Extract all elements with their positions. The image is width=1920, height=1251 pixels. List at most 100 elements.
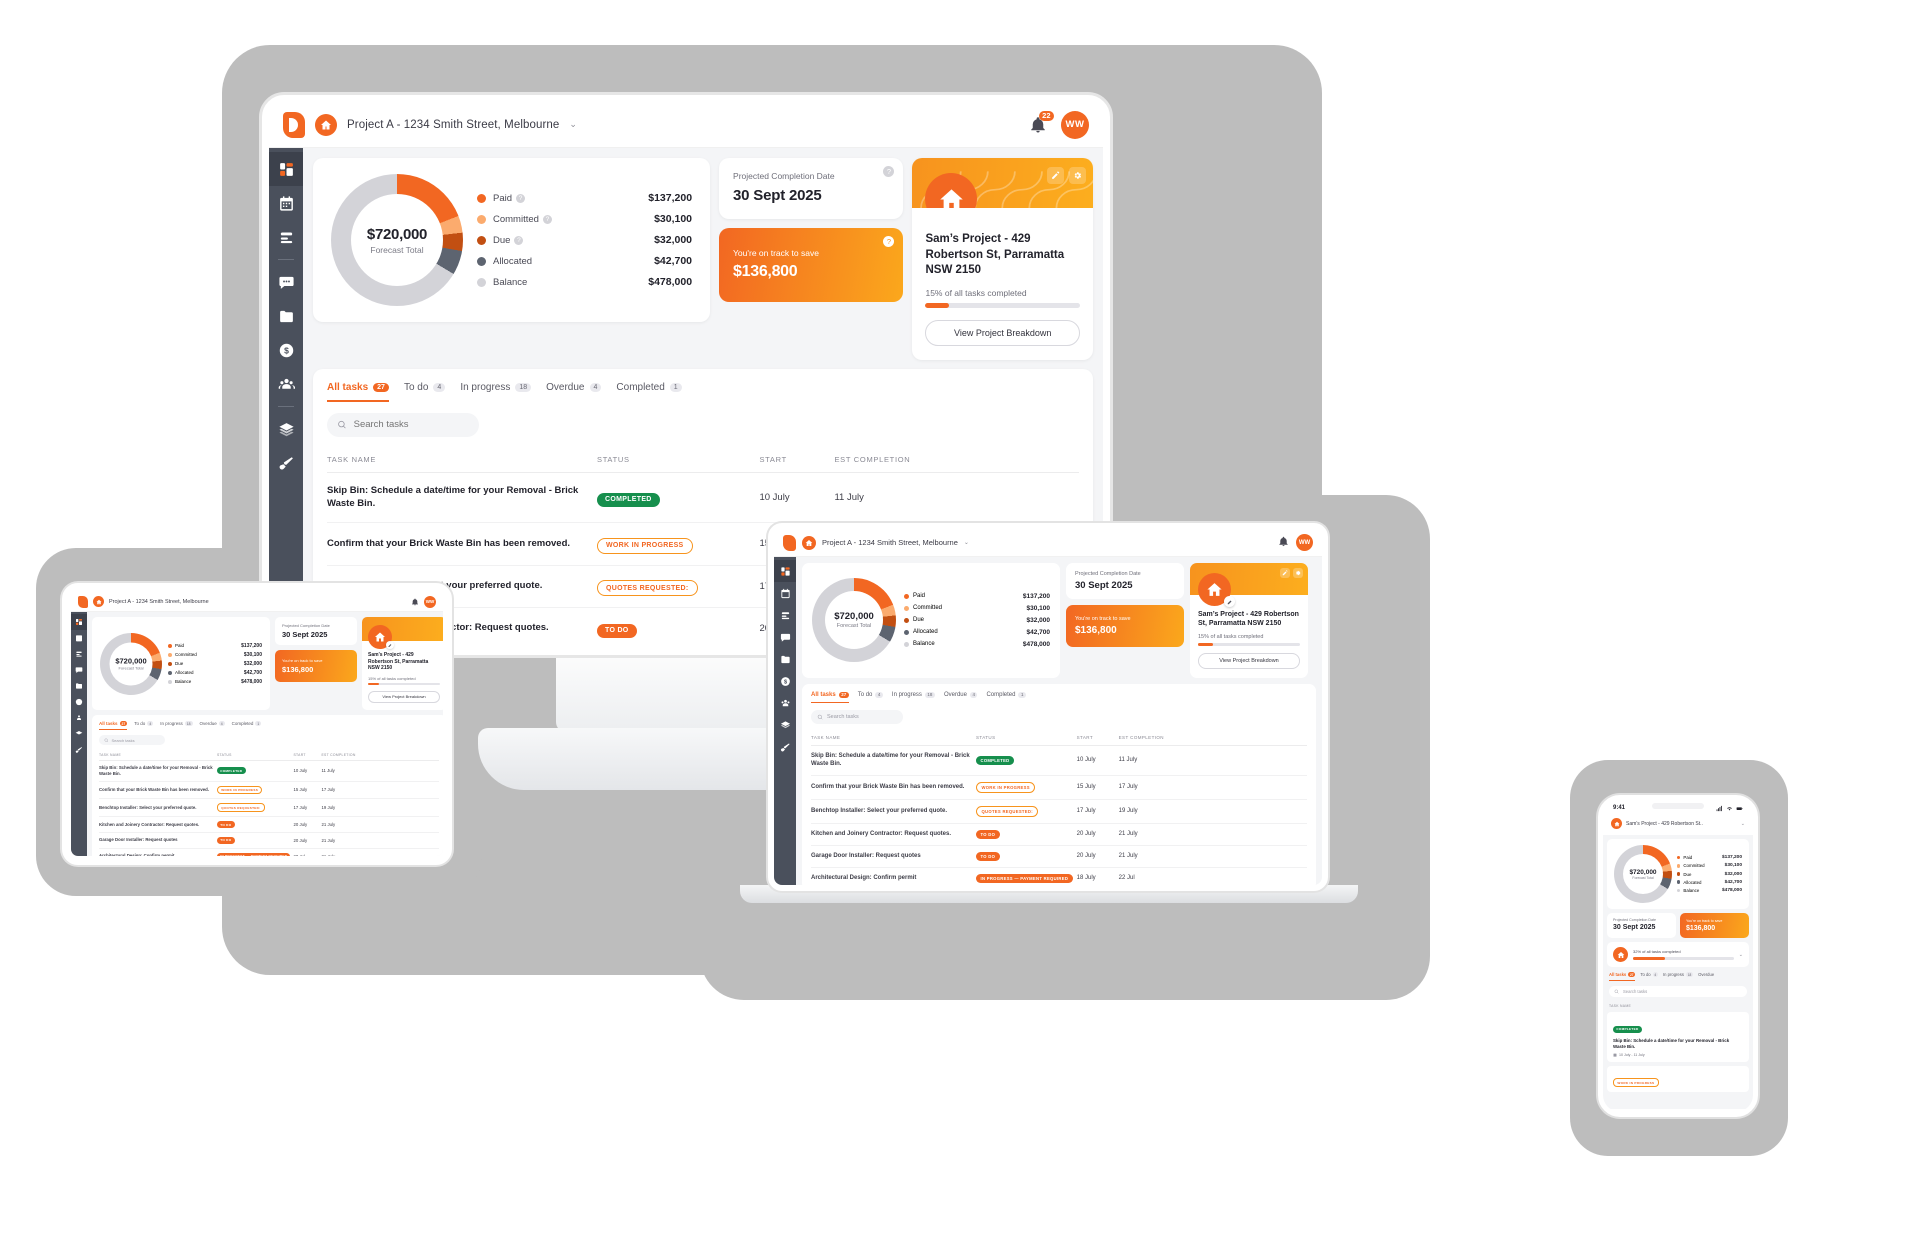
project-selector-label[interactable]: Project A - 1234 Smith Street, Melbourne: [347, 119, 559, 131]
sidebar-item-budget[interactable]: $: [774, 670, 796, 692]
sidebar-item-messages[interactable]: [71, 662, 87, 678]
help-icon-due[interactable]: ?: [514, 235, 524, 245]
tab-to-do[interactable]: To do 4: [404, 382, 446, 402]
notifications-bell-icon[interactable]: 22: [1029, 110, 1054, 134]
sidebar-item-dashboard[interactable]: [71, 614, 87, 630]
tab-overdue[interactable]: Overdue 4: [944, 691, 978, 703]
sidebar-item-dashboard[interactable]: [269, 152, 303, 186]
table-row[interactable]: Skip Bin: Schedule a date/time for your …: [327, 472, 1079, 524]
chevron-down-icon[interactable]: ⌄: [964, 539, 969, 546]
project-avatar-edit-icon[interactable]: [386, 641, 394, 649]
home-icon[interactable]: [1611, 818, 1622, 829]
sidebar-item-documents[interactable]: [774, 648, 796, 670]
tab-to-do[interactable]: To do 4: [134, 721, 154, 730]
home-icon[interactable]: [93, 596, 104, 607]
table-row[interactable]: Benchtop Installer: Select your preferre…: [99, 798, 439, 818]
project-avatar-edit-icon[interactable]: [1224, 596, 1235, 607]
list-item[interactable]: WORK IN PROGRESS: [1607, 1065, 1749, 1092]
task-search-box[interactable]: Search tasks: [1609, 986, 1747, 997]
project-selector-label[interactable]: Project A - 1234 Smith Street, Melbourne: [822, 538, 958, 547]
tab-overdue[interactable]: Overdue 4: [546, 382, 602, 402]
phone-progress-card[interactable]: 32% of all tasks completed ⌄: [1607, 942, 1749, 967]
search-input[interactable]: Search tasks: [1623, 989, 1647, 994]
table-row[interactable]: Kitchen and Joinery Contractor: Request …: [811, 823, 1307, 846]
sidebar-item-calendar[interactable]: [71, 630, 87, 646]
task-search-box[interactable]: Search tasks: [99, 735, 165, 745]
sidebar-item-tasks[interactable]: [71, 646, 87, 662]
tab-overdue[interactable]: Overdue 4: [200, 721, 225, 730]
user-avatar[interactable]: WW: [1296, 534, 1313, 551]
search-input[interactable]: Search tasks: [112, 738, 135, 743]
table-row[interactable]: Benchtop Installer: Select your preferre…: [811, 799, 1307, 824]
table-row[interactable]: Garage Door Installer: Request quotes TO …: [811, 845, 1307, 868]
sidebar-item-tasks[interactable]: [774, 604, 796, 626]
sidebar-item-calendar[interactable]: [774, 582, 796, 604]
tab-to-do[interactable]: To do 4: [858, 691, 883, 703]
sidebar-item-finishes[interactable]: [71, 742, 87, 758]
help-icon-completion[interactable]: ?: [883, 166, 895, 177]
chevron-down-icon[interactable]: ⌄: [569, 119, 577, 130]
tab-all-tasks[interactable]: All tasks 27: [1609, 972, 1636, 981]
sidebar-item-messages[interactable]: [269, 265, 303, 299]
chevron-down-icon[interactable]: ⌄: [1739, 952, 1743, 958]
table-row[interactable]: Architectural Design: Confirm permit IN P…: [811, 867, 1307, 885]
sidebar-item-selections[interactable]: [269, 412, 303, 446]
tab-all-tasks[interactable]: All tasks 27: [99, 721, 128, 730]
notifications-bell-icon[interactable]: [411, 593, 419, 611]
sidebar-item-documents[interactable]: [269, 299, 303, 333]
view-project-breakdown-button[interactable]: View Project Breakdown: [1198, 652, 1300, 669]
table-row[interactable]: Skip Bin: Schedule a date/time for your …: [99, 760, 439, 782]
user-avatar[interactable]: WW: [424, 595, 436, 608]
tab-in-progress[interactable]: In progress 18: [160, 721, 193, 730]
home-icon[interactable]: [802, 535, 816, 550]
sidebar-item-team[interactable]: [269, 367, 303, 401]
table-row[interactable]: Confirm that your Brick Waste Bin has be…: [99, 781, 439, 800]
chevron-down-icon[interactable]: ⌄: [1741, 821, 1745, 827]
sidebar-item-team[interactable]: [774, 692, 796, 714]
sidebar-item-team[interactable]: [71, 710, 87, 726]
search-input[interactable]: [353, 419, 469, 431]
table-row[interactable]: Garage Door Installer: Request quotes TO …: [99, 832, 439, 849]
tab-to-do[interactable]: To do 4: [1640, 972, 1658, 981]
tab-all-tasks[interactable]: All tasks 27: [811, 691, 849, 703]
task-search-box[interactable]: [327, 412, 479, 437]
task-search-box[interactable]: Search tasks: [811, 709, 903, 724]
sidebar-item-budget[interactable]: [71, 694, 87, 710]
table-row[interactable]: Architectural Design: Confirm permit pla…: [99, 864, 439, 865]
sidebar-item-calendar[interactable]: [269, 186, 303, 220]
view-project-breakdown-button[interactable]: View Project Breakdown: [925, 319, 1080, 346]
help-icon-paid[interactable]: ?: [516, 193, 526, 203]
sidebar-item-selections[interactable]: [774, 714, 796, 736]
project-selector-label[interactable]: Project A - 1234 Smith Street, Melbourne: [109, 599, 209, 605]
sidebar-item-tasks[interactable]: [269, 220, 303, 254]
edit-pencil-icon[interactable]: [1046, 167, 1064, 184]
sidebar-item-messages[interactable]: [774, 626, 796, 648]
project-selector-label[interactable]: Sam’s Project - 429 Robertson St..: [1626, 821, 1703, 827]
tab-in-progress[interactable]: In progress 18: [892, 691, 935, 703]
edit-pencil-icon[interactable]: [1280, 568, 1290, 578]
tab-in-progress[interactable]: In progress 18: [1663, 972, 1694, 981]
sidebar-item-finishes[interactable]: [269, 446, 303, 480]
table-row[interactable]: Confirm that your Brick Waste Bin has be…: [811, 775, 1307, 800]
sidebar-item-budget[interactable]: $: [269, 333, 303, 367]
tab-overdue[interactable]: Overdue: [1698, 972, 1714, 981]
table-row[interactable]: Kitchen and Joinery Contractor: Request …: [99, 816, 439, 833]
tab-all-tasks[interactable]: All tasks 27: [327, 382, 389, 402]
sidebar-item-dashboard[interactable]: [774, 560, 796, 582]
table-row[interactable]: Architectural Design: Confirm permit IN P…: [99, 848, 439, 856]
tab-completed[interactable]: Completed 1: [616, 382, 682, 402]
gear-icon[interactable]: [1068, 167, 1086, 184]
sidebar-item-selections[interactable]: [71, 726, 87, 742]
search-input[interactable]: Search tasks: [827, 714, 859, 720]
help-icon-committed[interactable]: ?: [542, 214, 552, 224]
notifications-bell-icon[interactable]: [1278, 534, 1289, 552]
sidebar-item-documents[interactable]: [71, 678, 87, 694]
tab-in-progress[interactable]: In progress 18: [460, 382, 532, 402]
view-project-breakdown-button[interactable]: View Project Breakdown: [368, 690, 440, 703]
table-row[interactable]: Skip Bin: Schedule a date/time for your …: [811, 745, 1307, 776]
gear-icon[interactable]: [1293, 568, 1303, 578]
list-item[interactable]: COMPLETED Skip Bin: Schedule a date/time…: [1607, 1012, 1749, 1062]
sidebar-item-finishes[interactable]: [774, 736, 796, 758]
help-icon-savings[interactable]: ?: [883, 236, 895, 247]
phone-project-header[interactable]: Sam’s Project - 429 Robertson St.. ⌄: [1603, 816, 1753, 835]
